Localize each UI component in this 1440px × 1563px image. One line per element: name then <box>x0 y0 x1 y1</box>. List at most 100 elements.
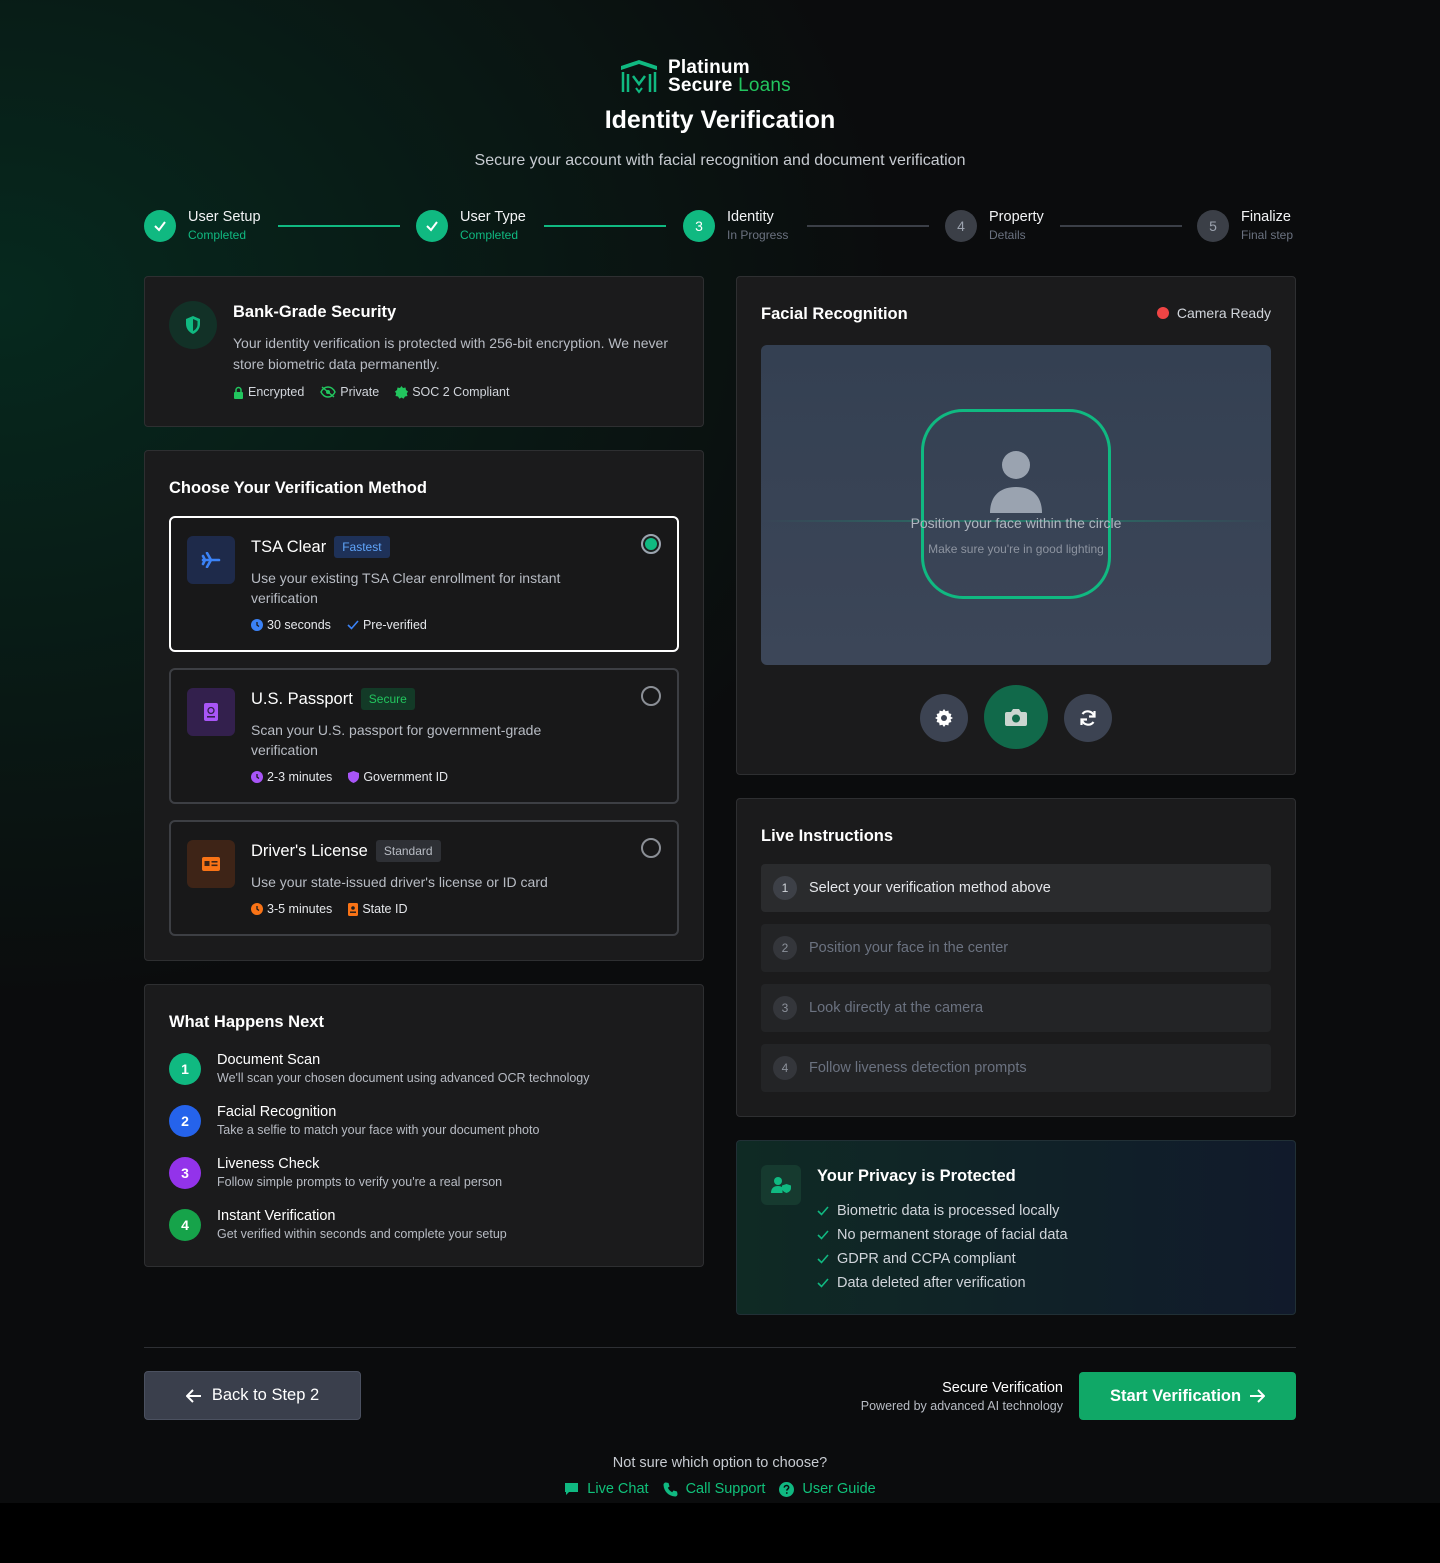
instruction-text: Select your verification method above <box>809 880 1051 896</box>
security-card: Bank-Grade Security Your identity verifi… <box>144 276 704 427</box>
next-step-item: 2 Facial Recognition Take a selfie to mat… <box>169 1103 539 1139</box>
arrow-left-icon <box>185 1388 201 1403</box>
method-drivers-license[interactable]: Driver's License Standard Use your state… <box>169 820 679 936</box>
step-status: Final step <box>1241 228 1294 242</box>
method-time: 30 seconds <box>251 618 331 632</box>
method-extra: Pre-verified <box>347 618 427 632</box>
back-button[interactable]: Back to Step 2 <box>144 1371 361 1420</box>
camera-settings-button[interactable] <box>920 694 968 742</box>
method-extra: State ID <box>348 902 407 916</box>
check-icon <box>817 1206 829 1216</box>
security-title: Bank-Grade Security <box>233 303 397 321</box>
brand-mark-icon <box>621 60 657 94</box>
step-identity[interactable]: 3 Identity In Progress <box>683 208 788 244</box>
security-description: Your identity verification is protected … <box>233 335 669 372</box>
shield-icon <box>169 301 217 349</box>
next-step-item: 3 Liveness Check Follow simple prompts to… <box>169 1155 502 1191</box>
privacy-card: Your Privacy is Protected Biometric data… <box>736 1140 1296 1315</box>
user-silhouette-icon <box>990 451 1042 513</box>
tag-private: Private <box>320 385 379 399</box>
start-verification-button[interactable]: Start Verification <box>1079 1372 1296 1420</box>
tag-encrypted: Encrypted <box>233 385 304 399</box>
method-time-label: 2-3 minutes <box>267 770 333 784</box>
method-passport[interactable]: U.S. Passport Secure Scan your U.S. pass… <box>169 668 679 804</box>
privacy-item-text: Biometric data is processed locally <box>837 1203 1060 1219</box>
method-radio[interactable] <box>641 534 661 554</box>
user-guide-link[interactable]: User Guide <box>779 1481 876 1497</box>
step-finalize[interactable]: 5 Finalize Final step <box>1197 208 1293 244</box>
step-status: Completed <box>460 228 519 242</box>
check-icon <box>416 210 448 242</box>
camera-viewport[interactable]: Position your face within the circle Mak… <box>761 345 1271 665</box>
phone-icon <box>663 1482 678 1496</box>
instruction-number: 1 <box>773 876 797 900</box>
camera-hint: Position your face within the circle <box>910 515 1122 531</box>
method-extra-label: Government ID <box>363 770 449 784</box>
privacy-item: GDPR and CCPA compliant <box>817 1247 1068 1271</box>
next-step-title: Instant Verification <box>217 1208 336 1224</box>
step-number: 3 <box>683 210 715 242</box>
next-step-title: Facial Recognition <box>217 1104 337 1120</box>
method-badge: Standard <box>375 840 441 862</box>
verification-method-card: Choose Your Verification Method TSA Clea… <box>144 450 704 961</box>
page-bottom-strip <box>0 1503 1440 1563</box>
tag-label: Private <box>340 385 380 399</box>
camera-status: Camera Ready <box>1156 305 1271 321</box>
check-icon <box>817 1254 829 1264</box>
instruction-item: 3 Look directly at the camera <box>761 984 1271 1032</box>
next-step-title: Document Scan <box>217 1052 321 1068</box>
page-title: Identity Verification <box>604 106 836 134</box>
step-title: Property <box>989 209 1044 225</box>
method-title-row: TSA Clear Fastest <box>251 536 390 558</box>
method-extra: Government ID <box>348 770 448 784</box>
passport-icon <box>187 688 235 736</box>
instruction-item: 2 Position your face in the center <box>761 924 1271 972</box>
step-user-setup[interactable]: User Setup Completed <box>144 208 261 244</box>
next-title: What Happens Next <box>169 1013 324 1031</box>
instruction-item: 1 Select your verification method above <box>761 864 1271 912</box>
tag-soc2: SOC 2 Compliant <box>395 385 509 399</box>
privacy-item: Data deleted after verification <box>817 1271 1068 1295</box>
live-chat-link[interactable]: Live Chat <box>564 1481 649 1497</box>
step-user-type[interactable]: User Type Completed <box>416 208 526 244</box>
step-property[interactable]: 4 Property Details <box>945 208 1044 244</box>
secure-verification-title: Secure Verification <box>942 1380 1063 1396</box>
instruction-item: 4 Follow liveness detection prompts <box>761 1044 1271 1092</box>
refresh-icon <box>1080 710 1096 726</box>
privacy-item-text: Data deleted after verification <box>837 1275 1026 1291</box>
next-step-title: Liveness Check <box>217 1156 320 1172</box>
check-icon <box>347 620 359 630</box>
method-name: TSA Clear <box>251 537 327 556</box>
next-step-item: 4 Instant Verification Get verified withi… <box>169 1207 507 1243</box>
page-subtitle: Secure your account with facial recognit… <box>474 152 966 169</box>
instruction-text: Position your face in the center <box>809 940 1009 956</box>
tag-label: SOC 2 Compliant <box>412 385 510 399</box>
method-name: U.S. Passport <box>251 689 353 708</box>
method-radio[interactable] <box>641 686 661 706</box>
step-title: Finalize <box>1241 209 1291 225</box>
method-tsa-clear[interactable]: TSA Clear Fastest Use your existing TSA … <box>169 516 679 652</box>
camera-subhint: Make sure you're in good lighting <box>928 542 1104 556</box>
step-status: In Progress <box>727 228 789 242</box>
method-time-label: 3-5 minutes <box>267 902 333 916</box>
help-question: Not sure which option to choose? <box>612 1455 828 1471</box>
switch-camera-button[interactable] <box>1064 694 1112 742</box>
call-support-link[interactable]: Call Support <box>663 1481 766 1497</box>
camera-status-label: Camera Ready <box>1176 305 1271 321</box>
secure-verification-subtitle: Powered by advanced AI technology <box>860 1399 1063 1413</box>
step-number: 3 <box>169 1157 201 1189</box>
method-meta: 30 seconds Pre-verified <box>251 618 427 632</box>
capture-button[interactable] <box>984 685 1048 749</box>
brand-name: Platinum Secure Loans <box>668 58 791 95</box>
step-title: User Type <box>460 209 526 225</box>
step-title: User Setup <box>188 209 261 225</box>
privacy-item-text: No permanent storage of facial data <box>837 1227 1068 1243</box>
start-button-label: Start Verification <box>1109 1386 1242 1405</box>
link-label: Call Support <box>685 1481 766 1497</box>
brand-logo[interactable]: Platinum Secure Loans <box>618 58 791 96</box>
method-radio[interactable] <box>641 838 661 858</box>
lock-icon <box>234 386 243 399</box>
airplane-icon <box>187 536 235 584</box>
clock-icon <box>251 619 263 631</box>
check-icon <box>817 1230 829 1240</box>
